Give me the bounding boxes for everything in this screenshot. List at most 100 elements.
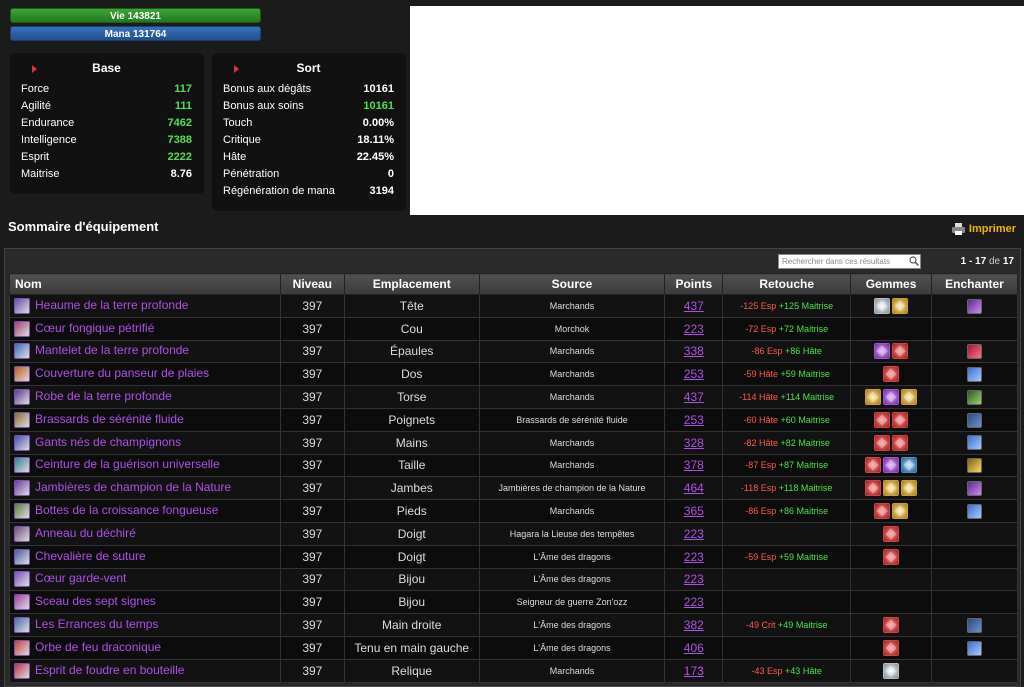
item-name[interactable]: Jambières de champion de la Nature (35, 480, 231, 494)
item-name[interactable]: Mantelet de la terre profonde (35, 344, 189, 358)
gem-red-icon[interactable] (883, 617, 900, 634)
gem-red-icon[interactable] (865, 480, 882, 497)
item-icon[interactable] (14, 343, 30, 360)
item-name-cell[interactable]: Jambières de champion de la Nature (9, 476, 281, 501)
search-icon[interactable] (909, 256, 919, 266)
item-points-link[interactable]: 382 (684, 618, 704, 632)
item-points-link[interactable]: 253 (684, 413, 704, 427)
gem-red-icon[interactable] (874, 411, 891, 428)
enchant-tome-icon[interactable] (967, 617, 982, 633)
item-icon[interactable] (14, 662, 30, 679)
item-points-link[interactable]: 378 (684, 458, 704, 472)
col-header-gemmes[interactable]: Gemmes (850, 273, 932, 295)
search-input[interactable]: Rechercher dans ces résultats (778, 254, 921, 269)
gem-red-icon[interactable] (883, 548, 900, 565)
item-name-cell[interactable]: Cœur fongique pétrifié (9, 316, 281, 341)
item-icon[interactable] (14, 617, 30, 634)
print-button[interactable]: Imprimer (951, 223, 1016, 235)
gem-red-icon[interactable] (892, 411, 909, 428)
item-name-cell[interactable]: Bottes de la croissance fongueuse (9, 499, 281, 523)
item-name-cell[interactable]: Ceinture de la guérison universelle (9, 453, 281, 478)
item-name[interactable]: Couverture du panseur de plaies (35, 366, 209, 380)
item-name-cell[interactable]: Cœur garde-vent (9, 567, 281, 592)
item-icon[interactable] (14, 389, 30, 406)
gem-yellow-icon[interactable] (892, 503, 909, 520)
item-name-cell[interactable]: Chevalière de suture (9, 544, 281, 569)
item-name-cell[interactable]: Esprit de foudre en bouteille (9, 658, 281, 683)
item-icon[interactable] (14, 480, 30, 497)
item-points-link[interactable]: 223 (684, 527, 704, 541)
item-icon[interactable] (14, 639, 30, 656)
item-name[interactable]: Heaume de la terre profonde (35, 298, 188, 312)
item-name-cell[interactable]: Robe de la terre profonde (9, 385, 281, 409)
gem-red-icon[interactable] (892, 434, 909, 451)
gem-blue-icon[interactable] (901, 457, 918, 474)
expand-triangle-icon[interactable] (234, 65, 239, 73)
gem-red-icon[interactable] (883, 525, 900, 542)
enchant-tome-icon[interactable] (967, 412, 982, 428)
enchant-blue-icon[interactable] (967, 503, 982, 519)
expand-triangle-icon[interactable] (32, 65, 37, 73)
gem-red-icon[interactable] (874, 503, 891, 520)
col-header-retouche[interactable]: Retouche (722, 273, 852, 295)
item-name[interactable]: Gants nés de champignons (35, 435, 181, 449)
item-icon[interactable] (14, 297, 30, 314)
item-name-cell[interactable]: Sceau des sept signes (9, 590, 281, 615)
gem-red-icon[interactable] (865, 457, 882, 474)
enchant-gold-icon[interactable] (967, 458, 982, 474)
item-icon[interactable] (14, 571, 30, 588)
item-name[interactable]: Les Errances du temps (35, 617, 158, 631)
enchant-blue-icon[interactable] (967, 366, 982, 382)
gem-yellow-icon[interactable] (892, 297, 909, 314)
item-points-link[interactable]: 437 (684, 390, 704, 404)
base-panel-header[interactable]: Base (21, 53, 192, 81)
item-name[interactable]: Cœur fongique pétrifié (35, 321, 154, 335)
item-points-link[interactable]: 464 (684, 481, 704, 495)
gem-red-icon[interactable] (874, 434, 891, 451)
gem-purple-icon[interactable] (883, 457, 900, 474)
col-header-emplacement[interactable]: Emplacement (343, 273, 480, 295)
item-name[interactable]: Sceau des sept signes (35, 594, 156, 608)
item-name[interactable]: Anneau du déchiré (35, 526, 136, 540)
item-points-link[interactable]: 338 (684, 344, 704, 358)
item-name-cell[interactable]: Couverture du panseur de plaies (9, 362, 281, 387)
gem-yellow-icon[interactable] (883, 480, 900, 497)
item-points-link[interactable]: 223 (684, 572, 704, 586)
item-icon[interactable] (14, 548, 30, 565)
item-name[interactable]: Bottes de la croissance fongueuse (35, 503, 218, 517)
item-points-link[interactable]: 253 (684, 367, 704, 381)
gem-purple-icon[interactable] (874, 343, 891, 360)
col-header-nom[interactable]: Nom (9, 273, 281, 295)
gem-yellow-icon[interactable] (865, 389, 882, 406)
item-name-cell[interactable]: Mantelet de la terre profonde (9, 339, 281, 364)
item-name[interactable]: Orbe de feu draconique (35, 640, 161, 654)
item-name-cell[interactable]: Orbe de feu draconique (9, 635, 281, 660)
item-name-cell[interactable]: Brassards de sérénité fluide (9, 407, 281, 432)
sort-panel-header[interactable]: Sort (223, 53, 394, 81)
col-header-enchanter[interactable]: Enchanter (931, 273, 1018, 295)
enchant-blue-icon[interactable] (967, 640, 982, 656)
item-icon[interactable] (14, 366, 30, 383)
gem-yellow-icon[interactable] (901, 480, 918, 497)
item-name[interactable]: Ceinture de la guérison universelle (35, 458, 220, 472)
item-name-cell[interactable]: Heaume de la terre profonde (9, 294, 281, 318)
gem-red-icon[interactable] (892, 343, 909, 360)
enchant-purple-icon[interactable] (967, 298, 982, 314)
col-header-source[interactable]: Source (478, 273, 666, 295)
item-name-cell[interactable]: Anneau du déchiré (9, 521, 281, 546)
item-icon[interactable] (14, 457, 30, 474)
item-icon[interactable] (14, 525, 30, 542)
item-points-link[interactable]: 365 (684, 504, 704, 518)
gem-red-icon[interactable] (883, 366, 900, 383)
item-points-link[interactable]: 328 (684, 436, 704, 450)
gem-red-icon[interactable] (883, 639, 900, 656)
enchant-red-icon[interactable] (967, 344, 982, 360)
col-header-points[interactable]: Points (664, 273, 724, 295)
item-name[interactable]: Robe de la terre profonde (35, 389, 172, 403)
item-points-link[interactable]: 173 (684, 664, 704, 678)
item-icon[interactable] (14, 503, 30, 520)
item-name-cell[interactable]: Les Errances du temps (9, 613, 281, 637)
col-header-niveau[interactable]: Niveau (279, 273, 345, 295)
item-name[interactable]: Chevalière de suture (35, 549, 146, 563)
item-points-link[interactable]: 223 (684, 322, 704, 336)
